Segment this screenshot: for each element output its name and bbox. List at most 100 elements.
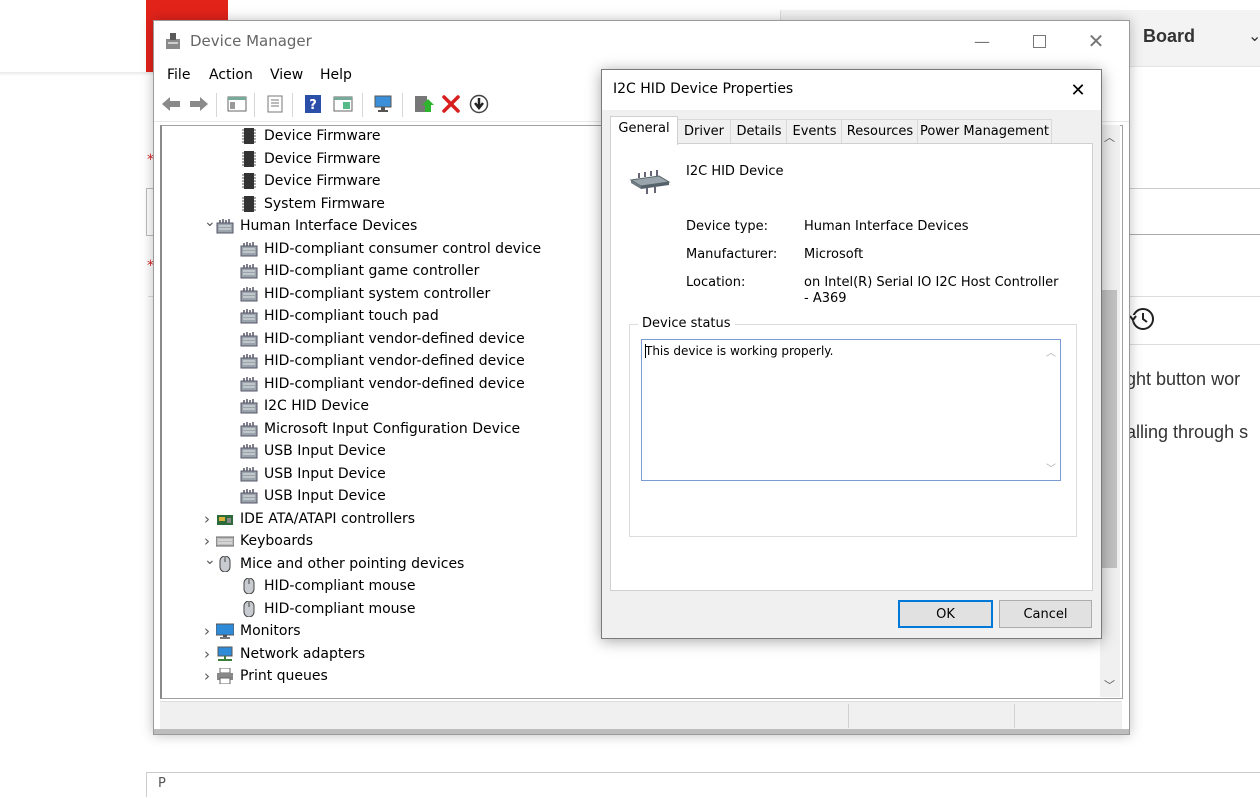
tree-item-label: IDE ATA/ATAPI controllers (240, 510, 416, 527)
tree-item-label: HID-compliant game controller (264, 263, 480, 279)
hid-icon (240, 443, 258, 459)
menu-action[interactable]: Action (209, 67, 253, 83)
mouse-icon (240, 600, 258, 617)
background-board-link[interactable]: Board (1143, 26, 1195, 47)
chip-icon (240, 128, 258, 144)
background-text: alling through s (1126, 422, 1249, 442)
back-arrow-icon[interactable] (160, 94, 182, 114)
scan-hardware-icon[interactable] (372, 94, 394, 114)
hid-icon (240, 353, 258, 369)
tree-item-label: HID-compliant vendor-defined device (264, 353, 525, 369)
dialog-titlebar[interactable]: I2C HID Device Properties ✕ (602, 70, 1101, 110)
chevron-down-icon[interactable]: ⌄ (1248, 26, 1260, 45)
tab-driver[interactable]: Driver (676, 119, 732, 144)
hid-icon (240, 466, 258, 482)
monitor-icon (215, 623, 235, 639)
tree-item-label: USB Input Device (264, 465, 386, 482)
hid-icon (240, 488, 258, 504)
cancel-button[interactable]: Cancel (999, 600, 1092, 628)
disable-device-icon[interactable] (468, 94, 490, 114)
minimize-button[interactable]: — (954, 21, 1010, 61)
background-toolbar-border (1128, 344, 1260, 345)
tab-events[interactable]: Events (786, 119, 843, 144)
device-manager-titlebar[interactable]: Device Manager — ✕ (154, 21, 1129, 61)
tab-power-management[interactable]: Power Management (917, 119, 1052, 144)
window-title: Device Manager (190, 32, 312, 50)
menu-view[interactable]: View (270, 67, 303, 83)
hid-icon (240, 263, 258, 279)
properties-icon[interactable] (264, 94, 286, 114)
maximize-button[interactable] (1011, 21, 1067, 61)
device-properties-dialog: I2C HID Device Properties ✕ General Driv… (601, 69, 1102, 639)
device-type-value: Human Interface Devices (804, 219, 969, 234)
menu-help[interactable]: Help (320, 67, 352, 83)
tree-item-label: Monitors (240, 623, 301, 639)
status-bar-divider (848, 704, 849, 728)
svg-text:?: ? (309, 98, 317, 113)
toolbar-separator (216, 93, 217, 117)
scroll-down-icon[interactable]: ﹀ (1104, 677, 1115, 693)
scroll-up-icon[interactable]: ︿ (1046, 344, 1056, 359)
menu-file[interactable]: File (167, 67, 190, 83)
hid-icon (216, 218, 234, 234)
scroll-up-icon[interactable]: ︿ (1104, 129, 1115, 145)
background-field-border (1128, 188, 1260, 189)
tree-category[interactable]: › Print queues (192, 665, 892, 687)
toolbar-separator (402, 93, 403, 117)
tree-item-label: I2C HID Device (264, 398, 370, 414)
update-driver-icon[interactable] (412, 94, 434, 114)
tree-item-label: HID-compliant touch pad (264, 308, 439, 324)
hid-icon (240, 398, 258, 414)
close-button[interactable]: ✕ (1068, 21, 1124, 61)
tree-item-label: HID-compliant mouse (264, 600, 416, 617)
device-tree-scrollbar[interactable]: ︿ ﹀ (1100, 125, 1120, 697)
toolbar-separator (292, 93, 293, 117)
toolbar-separator (362, 93, 363, 117)
tab-resources[interactable]: Resources (841, 119, 919, 144)
tree-item-label: Device Firmware (264, 128, 381, 144)
ide-icon (216, 511, 234, 527)
tree-item-label: Print queues (240, 668, 328, 684)
dialog-close-button[interactable]: ✕ (1060, 76, 1096, 104)
status-bar (160, 701, 1122, 730)
view-icon[interactable] (332, 94, 354, 114)
mouse-icon (216, 555, 234, 572)
toolbar-separator (254, 93, 255, 117)
maximize-icon (1032, 34, 1046, 48)
tab-details[interactable]: Details (730, 119, 788, 144)
location-value: on Intel(R) Serial IO I2C Host Controlle… (804, 275, 1059, 306)
device-status-text: This device is working properly. (645, 344, 834, 358)
tree-category[interactable]: › Network adapters (192, 643, 892, 665)
background-editor-bar[interactable] (146, 772, 1260, 797)
background-field-border (1128, 234, 1260, 235)
status-textbox-scrollbar[interactable]: ︿ ﹀ (1042, 340, 1060, 480)
chip-icon (240, 195, 258, 212)
tree-item-label: HID-compliant system controller (264, 285, 491, 302)
uninstall-device-icon[interactable] (440, 94, 462, 114)
background-text: ght button wor (1126, 369, 1241, 389)
printer-icon (216, 667, 234, 685)
tree-item-label: Keyboards (240, 533, 314, 549)
mouse-icon (240, 577, 258, 595)
background-toolbar-border (1128, 296, 1260, 297)
hid-icon (240, 286, 258, 302)
tree-item-label: USB Input Device (264, 488, 386, 504)
tree-item-label: HID-compliant vendor-defined device (264, 375, 525, 392)
tree-item-label: Mice and other pointing devices (240, 555, 465, 572)
hid-icon (240, 421, 258, 437)
network-icon (216, 646, 234, 662)
device-status-textbox[interactable]: This device is working properly. ︿ ﹀ (641, 339, 1061, 481)
manufacturer-value: Microsoft (804, 247, 864, 262)
scroll-down-icon[interactable]: ﹀ (1046, 460, 1056, 475)
ok-button[interactable]: OK (898, 600, 993, 628)
tab-general[interactable]: General (610, 116, 678, 145)
forward-arrow-icon[interactable] (188, 94, 210, 114)
help-icon[interactable]: ? (302, 94, 324, 114)
device-manager-app-icon (166, 33, 180, 49)
text-caret (645, 344, 646, 358)
show-hide-console-tree-icon[interactable] (226, 94, 248, 114)
scrollbar-thumb[interactable] (1101, 290, 1117, 568)
history-icon[interactable] (1130, 306, 1156, 332)
keyboard-icon (215, 533, 235, 549)
hid-icon (240, 376, 258, 392)
